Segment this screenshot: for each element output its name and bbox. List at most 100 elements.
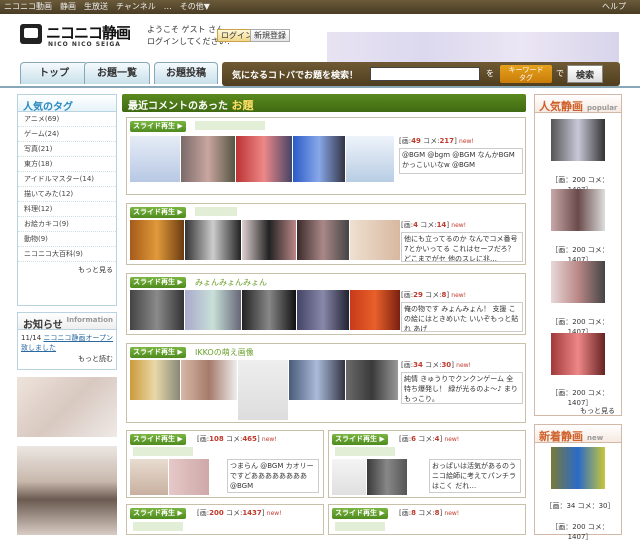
thumbnail[interactable] xyxy=(293,136,345,182)
odai-card[interactable]: スライド再生 ▶ [画:4 コメ:14] new! 他にも立ってるのか なんでコ… xyxy=(126,203,526,265)
thumbnail[interactable] xyxy=(185,290,241,330)
thumbnail[interactable] xyxy=(181,136,235,182)
thumbnail[interactable] xyxy=(130,360,180,400)
tag-item[interactable]: 動物(9) xyxy=(18,232,116,247)
slideshow-button[interactable]: スライド再生 ▶ xyxy=(130,207,186,218)
odai-title[interactable]: みょんみょんみょん xyxy=(195,277,267,288)
slideshow-button[interactable]: スライド再生 ▶ xyxy=(332,434,388,445)
site-header: ニコニコ静画 NICO NICO SEIGA ようこそ ゲスト さん ログインし… xyxy=(0,14,640,74)
tag-item[interactable]: ゲーム(24) xyxy=(18,127,116,142)
thumbnail[interactable] xyxy=(236,136,292,182)
comment-count: 14 xyxy=(436,221,447,229)
thumbnail[interactable] xyxy=(346,136,394,182)
thumbnail[interactable] xyxy=(130,459,168,495)
tag-item[interactable]: アイドルマスター(14) xyxy=(18,172,116,187)
tag-item[interactable]: 料理(12) xyxy=(18,202,116,217)
thumbnail[interactable] xyxy=(185,220,241,260)
slideshow-button[interactable]: スライド再生 ▶ xyxy=(130,347,186,358)
tag-item[interactable]: お絵カキコ(9) xyxy=(18,217,116,232)
thumbnail[interactable] xyxy=(332,459,366,495)
new-images-box: 新着静画 new ［画：34 コメ：30］ ［画：200 コメ：1407］ xyxy=(534,424,622,541)
popular-title-en: popular xyxy=(587,104,618,112)
slideshow-button[interactable]: スライド再生 ▶ xyxy=(130,121,186,132)
odai-card[interactable]: スライド再生 ▶ IKKOの萌え画像 [画:34 コメ:30] new! 純情 … xyxy=(126,343,526,423)
new-stat: ［画：200 コメ：1407］ xyxy=(551,523,609,541)
image-count: 34 xyxy=(413,361,423,369)
odai-card[interactable]: スライド再生 ▶ [画:6 コメ:4] new! おっぱいは活気があるのう ニコ… xyxy=(328,430,526,498)
odai-stats: [画:108 コメ:465] new! xyxy=(197,435,277,443)
odai-card[interactable]: スライド再生 ▶ [画:8 コメ:8] new! xyxy=(328,504,526,535)
thumbnail[interactable] xyxy=(367,459,407,495)
tab-top[interactable]: トップ xyxy=(20,62,88,84)
odai-card[interactable]: スライド再生 ▶ [画:200 コメ:1437] new! xyxy=(126,504,324,535)
odai-stats: [画:49 コメ:217] new! xyxy=(399,137,474,145)
odai-card[interactable]: スライド再生 ▶ みょんみょんみょん [画:29 コメ:8] new! 俺の物で… xyxy=(126,273,526,335)
popular-image[interactable] xyxy=(551,119,605,161)
new-badge: new! xyxy=(451,222,467,229)
odai-title[interactable]: IKKOの萌え画像 xyxy=(195,347,254,358)
thumbnail[interactable] xyxy=(130,136,180,182)
search-input[interactable] xyxy=(370,67,480,81)
tab-odai-list[interactable]: お題一覧 xyxy=(84,62,150,84)
odai-stats: [画:29 コメ:8] new! xyxy=(401,291,467,299)
thumbnail[interactable] xyxy=(297,220,349,260)
thumbnail[interactable] xyxy=(130,290,184,330)
new-badge: new! xyxy=(266,510,282,517)
odai-card[interactable]: スライド再生 ▶ [画:49 コメ:217] new! @BGM @bgm @B… xyxy=(126,117,526,195)
popular-image[interactable] xyxy=(551,189,605,231)
site-logo[interactable]: ニコニコ静画 NICO NICO SEIGA xyxy=(20,20,138,50)
thumbnail[interactable] xyxy=(242,220,296,260)
search-mode-toggle[interactable]: キーワード タグ xyxy=(500,65,552,83)
slideshow-button[interactable]: スライド再生 ▶ xyxy=(130,277,186,288)
tab-odai-post[interactable]: お題投稿 xyxy=(154,62,218,84)
slideshow-button[interactable]: スライド再生 ▶ xyxy=(130,508,186,519)
thumbnail[interactable] xyxy=(346,360,398,400)
odai-title[interactable] xyxy=(335,522,385,531)
notice-more-link[interactable]: もっと読む xyxy=(18,353,116,364)
odai-card[interactable]: スライド再生 ▶ [画:108 コメ:465] new! つまらん @BGM カ… xyxy=(126,430,324,498)
tag-item[interactable]: 写真(21) xyxy=(18,142,116,157)
thumbnail[interactable] xyxy=(297,290,349,330)
nav-link-seiga[interactable]: 静画 xyxy=(60,2,76,11)
nav-link-douga[interactable]: ニコニコ動画 xyxy=(4,2,52,11)
nav-link-more[interactable]: その他▼ xyxy=(180,2,210,11)
tag-item[interactable]: 描いてみた(12) xyxy=(18,187,116,202)
help-link[interactable]: ヘルプ xyxy=(602,0,626,14)
thumbnail-strip xyxy=(130,290,400,330)
tag-item[interactable]: 東方(18) xyxy=(18,157,116,172)
new-image[interactable] xyxy=(551,447,605,489)
comment-count: 8 xyxy=(434,509,440,517)
thumbnail[interactable] xyxy=(181,360,237,400)
slideshow-button[interactable]: スライド再生 ▶ xyxy=(332,508,388,519)
thumbnail[interactable] xyxy=(242,290,296,330)
new-title: 新着静画 xyxy=(539,430,583,443)
nav-link-live[interactable]: 生放送 xyxy=(84,2,108,11)
tags-more-link[interactable]: もっと見る xyxy=(18,262,116,275)
popular-image[interactable] xyxy=(551,333,605,375)
slideshow-button[interactable]: スライド再生 ▶ xyxy=(130,434,186,445)
odai-title[interactable] xyxy=(195,121,265,130)
thumbnail[interactable] xyxy=(350,290,400,330)
tag-item[interactable]: ニコニコ大百科(9) xyxy=(18,247,116,262)
nav-link-channel[interactable]: チャンネル xyxy=(116,2,156,11)
odai-title[interactable] xyxy=(195,207,237,216)
thumbnail[interactable] xyxy=(169,459,209,495)
thumbnail[interactable] xyxy=(350,220,400,260)
odai-title[interactable] xyxy=(335,447,395,456)
register-button[interactable]: 新規登録 xyxy=(250,29,290,42)
popular-image[interactable] xyxy=(551,261,605,303)
thumbnail[interactable] xyxy=(130,220,184,260)
com-label: コメ xyxy=(423,137,438,145)
sidebar-ad-image[interactable] xyxy=(17,377,117,437)
img-label: 画 xyxy=(403,361,411,369)
search-button[interactable]: 検索 xyxy=(567,65,603,83)
sidebar-ad-image[interactable] xyxy=(17,446,117,535)
odai-title[interactable] xyxy=(133,447,193,456)
img-label: 画 xyxy=(403,291,411,299)
thumbnail[interactable] xyxy=(238,360,288,420)
thumbnail-strip xyxy=(130,360,398,420)
popular-more-link[interactable]: もっと見る xyxy=(580,403,618,416)
odai-title[interactable] xyxy=(133,522,183,531)
tag-item[interactable]: アニメ(69) xyxy=(18,112,116,127)
thumbnail[interactable] xyxy=(289,360,345,400)
